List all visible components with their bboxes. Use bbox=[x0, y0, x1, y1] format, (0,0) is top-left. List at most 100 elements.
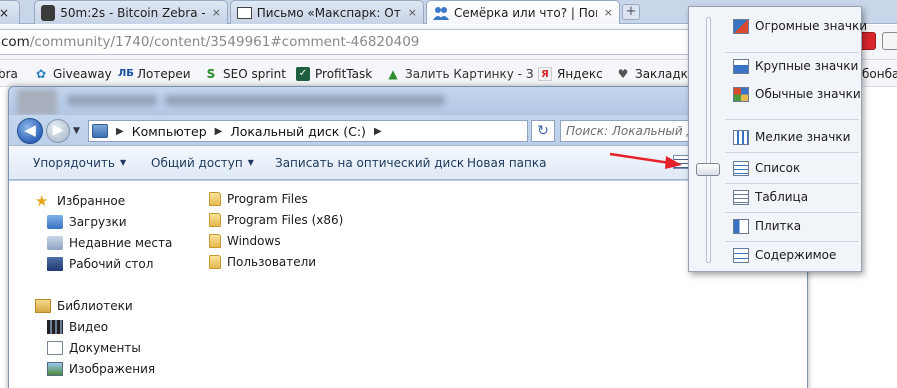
view-menu-popup: Огромные значки Крупные значки Обычные з… bbox=[688, 6, 867, 272]
file-name: Program Files (x86) bbox=[227, 213, 344, 227]
menu-item-extra-large-icons[interactable]: Огромные значки bbox=[733, 16, 867, 36]
refresh-button[interactable]: ↻ bbox=[531, 120, 555, 142]
menu-item-label: Список bbox=[755, 161, 801, 175]
bookmark-yandex[interactable]: Я Яндекс bbox=[538, 65, 603, 83]
tree-item-libraries[interactable]: Библиотеки bbox=[35, 297, 133, 315]
url-input[interactable]: com/community/1740/content/3549961#comme… bbox=[0, 29, 694, 55]
heart-icon: ♥ bbox=[617, 67, 629, 81]
tree-item-video[interactable]: Видео bbox=[47, 318, 108, 336]
menu-item-content[interactable]: Содержимое bbox=[733, 245, 836, 265]
recent-places-icon bbox=[47, 236, 63, 250]
file-item-program-files-x86[interactable]: Program Files (x86) bbox=[209, 211, 343, 229]
blurred-text bbox=[67, 95, 157, 106]
menu-item-label: Мелкие значки bbox=[755, 130, 851, 144]
bookmark-giveaway[interactable]: ✿ Giveaway bbox=[34, 65, 112, 83]
view-size-slider-track[interactable] bbox=[706, 17, 711, 263]
menu-item-label: Огромные значки bbox=[755, 19, 867, 33]
menu-item-list[interactable]: Список bbox=[733, 158, 800, 178]
breadcrumb[interactable]: ▶ Компьютер ▶ Локальный диск (C:) ▶ ▼ bbox=[88, 120, 601, 142]
tab-close-icon[interactable]: × bbox=[604, 6, 613, 19]
file-name: Windows bbox=[227, 234, 281, 248]
bookmark-seo-sprint[interactable]: S SEO sprint bbox=[204, 65, 286, 83]
medium-icons-icon bbox=[733, 86, 749, 102]
share-button[interactable]: Общий доступ ▼ bbox=[151, 146, 254, 180]
history-dropdown-icon[interactable]: ▼ bbox=[73, 126, 80, 136]
menu-separator bbox=[725, 119, 859, 120]
page-right-strip bbox=[862, 88, 897, 388]
file-item-windows[interactable]: Windows bbox=[209, 232, 281, 250]
organize-button[interactable]: Упорядочить ▼ bbox=[33, 146, 126, 180]
menu-item-large-icons[interactable]: Крупные значки bbox=[733, 56, 858, 76]
tree-item-favorites[interactable]: ★ Избранное bbox=[35, 192, 125, 210]
content-view-icon bbox=[733, 247, 749, 263]
tab-title: Письмо «Макспарк: Отве bbox=[256, 5, 401, 20]
back-arrow-icon[interactable]: ◀ bbox=[17, 118, 43, 144]
menu-item-label: Обычные значки bbox=[755, 87, 861, 101]
bookmark-favorites[interactable]: ♥ Закладки bbox=[616, 65, 696, 83]
menu-item-details[interactable]: Таблица bbox=[733, 187, 808, 207]
bookmark-label: bra bbox=[0, 67, 18, 81]
tree-item-label: Рабочий стол bbox=[69, 257, 154, 271]
tab-partial-close-icon[interactable]: × bbox=[0, 6, 9, 20]
new-folder-button[interactable]: Новая папка bbox=[467, 146, 546, 180]
tree-item-pictures[interactable]: Изображения bbox=[47, 360, 155, 378]
menu-separator bbox=[725, 241, 859, 242]
file-name: Program Files bbox=[227, 192, 308, 206]
tree-item-desktop[interactable]: Рабочий стол bbox=[47, 255, 153, 273]
bookmark-profittask[interactable]: ✓ ProfitTask bbox=[296, 65, 372, 83]
menu-item-tiles[interactable]: Плитка bbox=[733, 216, 801, 236]
mail-favicon bbox=[237, 6, 252, 19]
tree-item-downloads[interactable]: Загрузки bbox=[47, 213, 127, 231]
bookmark-lottery[interactable]: ЛБ Лотереи bbox=[118, 65, 191, 83]
menu-item-label: Крупные значки bbox=[755, 59, 859, 73]
tree-item-label: Изображения bbox=[69, 362, 156, 376]
tree-item-label: Избранное bbox=[57, 194, 126, 208]
arrow-head bbox=[665, 156, 682, 169]
details-view-icon bbox=[733, 189, 749, 205]
bookmark-item[interactable]: bra bbox=[0, 65, 18, 83]
bookmark-label: Лотереи bbox=[137, 67, 191, 81]
tab-close-icon[interactable]: × bbox=[212, 6, 221, 19]
list-view-icon bbox=[733, 160, 749, 176]
menu-item-medium-icons[interactable]: Обычные значки bbox=[733, 84, 861, 104]
tab-bitcoin-zebra[interactable]: 50m:2s - Bitcoin Zebra - Fa × bbox=[34, 0, 228, 24]
chevron-right-icon[interactable]: ▶ bbox=[116, 126, 124, 137]
tab-mail[interactable]: Письмо «Макспарк: Отве × bbox=[230, 0, 424, 24]
breadcrumb-computer[interactable]: Компьютер bbox=[132, 124, 207, 139]
view-size-slider-thumb[interactable] bbox=[696, 163, 720, 176]
tab-community[interactable]: Семёрка или что? | Помо × bbox=[426, 0, 620, 24]
tree-item-documents[interactable]: Документы bbox=[47, 339, 141, 357]
chevron-down-icon: ▼ bbox=[119, 158, 127, 167]
tree-item-recent-places[interactable]: Недавние места bbox=[47, 234, 172, 252]
tree-item-label: Недавние места bbox=[69, 236, 173, 250]
file-item-users[interactable]: Пользователи bbox=[209, 253, 316, 271]
bookmark-label: Яндекс bbox=[557, 67, 603, 81]
tab-title: Семёрка или что? | Помо bbox=[454, 5, 597, 20]
forward-arrow-icon[interactable]: ▶ bbox=[46, 119, 70, 143]
bitcoin-zebra-favicon bbox=[41, 4, 56, 21]
tab-partial[interactable]: × bbox=[0, 0, 20, 24]
blurred-avatar bbox=[17, 89, 57, 115]
chevron-right-icon[interactable]: ▶ bbox=[215, 126, 223, 137]
bookmark-label: бонбан bbox=[862, 67, 897, 81]
tree-item-label: Загрузки bbox=[69, 215, 127, 229]
new-tab-button[interactable]: + bbox=[622, 4, 640, 20]
breadcrumb-local-disk[interactable]: Локальный диск (C:) bbox=[230, 124, 366, 139]
downloads-icon bbox=[47, 215, 63, 229]
url-path: /community/1740/content/3549961#comment-… bbox=[29, 34, 420, 50]
file-item-program-files[interactable]: Program Files bbox=[209, 190, 308, 208]
bookmark-upload-image[interactable]: ▲ Залить Картинку - З bbox=[386, 65, 534, 83]
red-annotation-arrow-icon bbox=[609, 152, 682, 169]
pictures-icon bbox=[47, 362, 63, 376]
burn-disc-button[interactable]: Записать на оптический диск bbox=[275, 146, 464, 180]
tree-item-label: Документы bbox=[69, 341, 141, 355]
extension-icon-shield[interactable] bbox=[882, 32, 897, 50]
bookmark-bonban[interactable]: бонбан bbox=[862, 65, 897, 83]
bookmark-label: Залить Картинку - З bbox=[405, 67, 534, 81]
menu-item-small-icons[interactable]: Мелкие значки bbox=[733, 127, 850, 147]
chevron-right-icon[interactable]: ▶ bbox=[374, 126, 382, 137]
tiles-view-icon bbox=[733, 218, 749, 234]
bookmark-label: Giveaway bbox=[53, 67, 112, 81]
computer-icon bbox=[92, 124, 108, 138]
tab-close-icon[interactable]: × bbox=[408, 6, 417, 19]
